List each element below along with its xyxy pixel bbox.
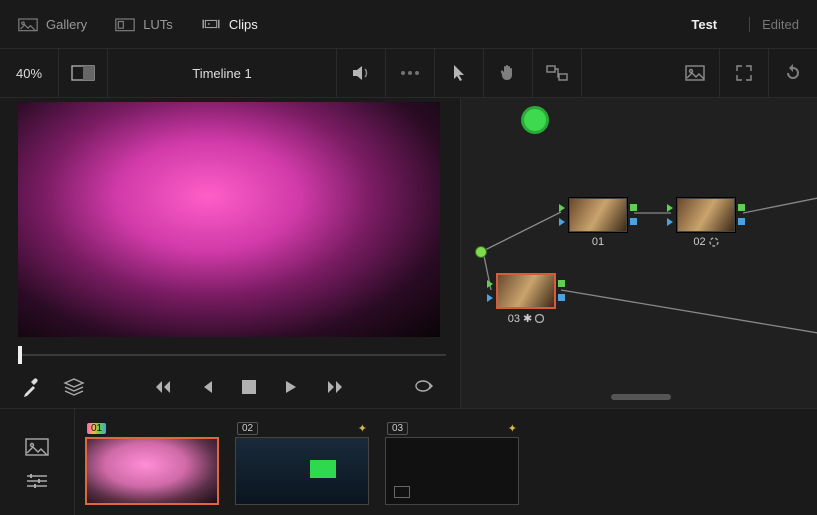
node-graph[interactable]: 01 02 03 ✱ xyxy=(461,98,817,408)
star-icon: ✦ xyxy=(358,422,367,435)
node-input-alpha[interactable] xyxy=(667,218,673,226)
node-thumb xyxy=(497,274,555,308)
reset-icon xyxy=(783,63,803,83)
pointer-tool[interactable] xyxy=(435,49,484,97)
play-icon[interactable] xyxy=(284,379,298,395)
transport-bar xyxy=(0,367,460,408)
clip-badge: 03 xyxy=(387,422,408,435)
clip-thumb xyxy=(85,437,219,505)
tab-clips[interactable]: Clips xyxy=(201,16,258,32)
tab-clips-label: Clips xyxy=(229,17,258,32)
node-link-icon xyxy=(546,65,568,81)
speaker-icon xyxy=(351,64,371,82)
clips-sidebar xyxy=(0,409,75,515)
clip-badge: 01 xyxy=(87,423,106,434)
eyedropper-icon xyxy=(21,376,43,398)
node-input-rgb[interactable] xyxy=(559,204,565,212)
node-02[interactable]: 02 xyxy=(677,198,735,248)
scrub-track[interactable] xyxy=(22,354,446,356)
scrubber[interactable] xyxy=(18,343,446,367)
eyedropper-tool[interactable] xyxy=(20,375,44,399)
pointer-icon xyxy=(451,63,467,83)
zoom-level[interactable]: 40% xyxy=(0,49,59,97)
project-title: Test xyxy=(691,17,717,32)
node-output-rgb[interactable] xyxy=(738,204,745,211)
tab-gallery[interactable]: Gallery xyxy=(18,16,87,32)
node-thumb xyxy=(569,198,627,232)
node-output-alpha[interactable] xyxy=(558,294,565,301)
clips-panel: 01 02 ✦ 03 ✦ xyxy=(0,409,817,515)
top-tabs: Gallery LUTs Clips Test Edited xyxy=(0,0,817,49)
image-button[interactable] xyxy=(671,49,720,97)
source-node[interactable] xyxy=(475,246,487,258)
clip-02[interactable]: 02 ✦ xyxy=(235,421,369,505)
node-label: 02 xyxy=(693,236,718,248)
tab-luts-label: LUTs xyxy=(143,17,173,32)
clip-badge: 02 xyxy=(237,422,258,435)
playback-controls xyxy=(104,379,394,395)
node-03[interactable]: 03 ✱ xyxy=(497,274,555,325)
node-scrollbar[interactable] xyxy=(611,394,671,400)
viewer-panel xyxy=(0,98,461,408)
prev-frame-icon[interactable] xyxy=(200,379,214,395)
node-label: 03 ✱ xyxy=(508,312,544,325)
node-input-rgb[interactable] xyxy=(667,204,673,212)
expand-icon xyxy=(735,64,753,82)
gallery-icon xyxy=(18,16,38,32)
pan-tool[interactable] xyxy=(484,49,533,97)
timeline-view-icon[interactable] xyxy=(25,474,49,488)
node-input-rgb[interactable] xyxy=(487,280,493,288)
clip-01[interactable]: 01 xyxy=(85,421,219,505)
audio-button[interactable] xyxy=(337,49,386,97)
image-icon xyxy=(685,65,705,81)
color-wheel-icon xyxy=(535,314,544,323)
view-mode-button[interactable] xyxy=(59,49,108,97)
node-01[interactable]: 01 xyxy=(569,198,627,248)
tab-gallery-label: Gallery xyxy=(46,17,87,32)
node-label: 01 xyxy=(592,236,604,248)
layers-icon xyxy=(63,377,85,397)
reset-button[interactable] xyxy=(769,49,817,97)
qualifier-icon: ✱ xyxy=(523,312,532,325)
tab-luts[interactable]: LUTs xyxy=(115,16,173,32)
clip-view-icon[interactable] xyxy=(25,438,49,456)
node-input-alpha[interactable] xyxy=(559,218,565,226)
video-preview[interactable] xyxy=(18,102,440,337)
star-icon: ✦ xyxy=(508,422,517,435)
split-view-icon xyxy=(71,65,95,81)
node-input-alpha[interactable] xyxy=(487,294,493,302)
main-area: 01 02 03 ✱ xyxy=(0,98,817,409)
loop-icon xyxy=(412,377,436,395)
node-output-rgb[interactable] xyxy=(630,204,637,211)
clips-strip: 01 02 ✦ 03 ✦ xyxy=(75,409,817,515)
more-button[interactable] xyxy=(386,49,435,97)
node-thumb xyxy=(677,198,735,232)
loading-icon xyxy=(709,237,719,247)
node-output-rgb[interactable] xyxy=(558,280,565,287)
node-output-alpha[interactable] xyxy=(738,218,745,225)
node-wires xyxy=(461,98,817,408)
clips-icon xyxy=(201,16,221,32)
ellipsis-icon xyxy=(400,70,420,76)
node-tool[interactable] xyxy=(533,49,582,97)
layers-button[interactable] xyxy=(62,375,86,399)
luts-icon xyxy=(115,16,135,32)
clip-thumb xyxy=(385,437,519,505)
clip-03[interactable]: 03 ✦ xyxy=(385,421,519,505)
toolbar: 40% Timeline 1 xyxy=(0,49,817,98)
project-status: Edited xyxy=(749,17,799,32)
timeline-name[interactable]: Timeline 1 xyxy=(108,49,337,97)
node-output-alpha[interactable] xyxy=(630,218,637,225)
skip-back-icon[interactable] xyxy=(152,379,172,395)
clip-thumb xyxy=(235,437,369,505)
loop-button[interactable] xyxy=(412,377,440,398)
hand-icon xyxy=(498,63,518,83)
expand-button[interactable] xyxy=(720,49,769,97)
stop-icon[interactable] xyxy=(242,380,256,394)
skip-forward-icon[interactable] xyxy=(326,379,346,395)
